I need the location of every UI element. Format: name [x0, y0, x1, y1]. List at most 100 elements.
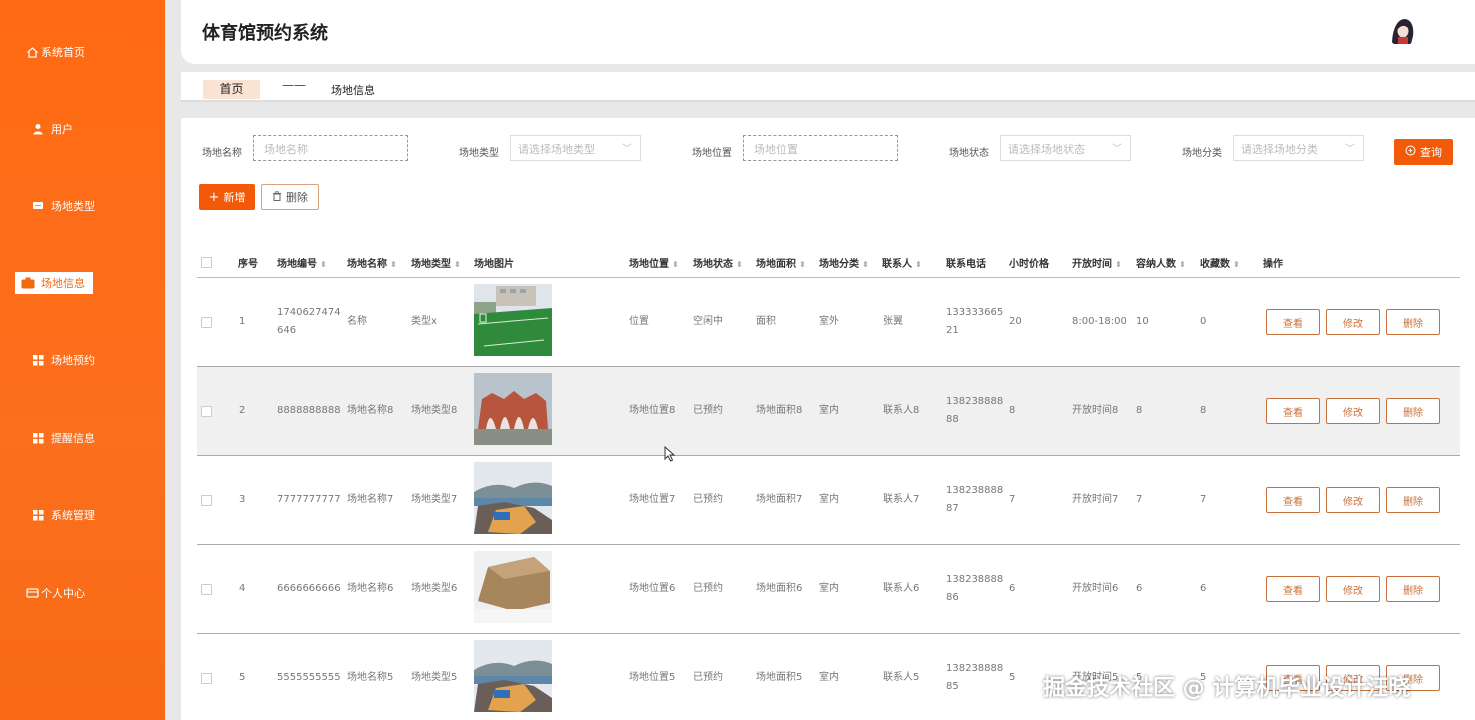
venue-status-select[interactable]: 请选择场地状态 ﹀	[1000, 135, 1131, 161]
venue-image[interactable]	[474, 462, 552, 534]
cell-area: 场地面积6	[756, 583, 803, 594]
grid-icon	[31, 353, 45, 367]
th-category[interactable]: 场地分类 ⬍	[819, 255, 869, 270]
cell-code: 8888888888	[277, 405, 341, 416]
sidebar-item-system[interactable]: 系统管理	[0, 501, 165, 529]
cell-type: 场地类型5	[411, 672, 458, 683]
view-button[interactable]: 查看	[1266, 309, 1320, 335]
briefcase-icon	[21, 276, 35, 290]
th-type[interactable]: 场地类型 ⬍	[411, 255, 461, 270]
venue-type-placeholder: 请选择场地类型	[518, 143, 595, 156]
row-checkbox[interactable]	[201, 673, 212, 684]
venue-image[interactable]	[474, 551, 552, 623]
sort-icon: ⬍	[736, 260, 743, 269]
row-checkbox[interactable]	[201, 317, 212, 328]
venue-image[interactable]	[474, 373, 552, 445]
cell-phone-line: 87	[946, 503, 959, 514]
cell-open-time: 8:00-18:00	[1072, 316, 1127, 327]
venue-type-select[interactable]: 请选择场地类型 ﹀	[510, 135, 641, 161]
cell-contact: 联系人6	[883, 583, 920, 594]
th-open[interactable]: 开放时间 ⬍	[1072, 255, 1122, 270]
venue-image[interactable]	[474, 284, 552, 356]
cell-area: 场地面积7	[756, 494, 803, 505]
sidebar-item-home[interactable]: 系统首页	[0, 38, 165, 66]
row-checkbox[interactable]	[201, 584, 212, 595]
view-button[interactable]: 查看	[1266, 487, 1320, 513]
th-name[interactable]: 场地名称 ⬍	[347, 255, 397, 270]
sidebar-item-reservation[interactable]: 场地预约	[0, 346, 165, 374]
cell-phone: 138238888 86	[946, 571, 1003, 607]
breadcrumb: 首页 —— 场地信息	[181, 72, 1475, 102]
cell-status: 已预约	[693, 672, 723, 683]
th-code[interactable]: 场地编号 ⬍	[277, 255, 327, 270]
venue-image[interactable]	[474, 640, 552, 712]
th-name-label: 场地名称	[347, 259, 387, 270]
view-button[interactable]: 查看	[1266, 398, 1320, 424]
th-area-label: 场地面积	[756, 259, 796, 270]
watermark: 掘金技术社区 @ 计算机毕业设计汪晓	[1043, 676, 1411, 701]
sidebar-item-venue-type[interactable]: 场地类型	[0, 192, 165, 220]
th-phone: 联系电话	[946, 259, 986, 270]
top-header: 体育馆预约系统	[181, 0, 1475, 64]
cell-location: 场地位置7	[629, 494, 676, 505]
th-location[interactable]: 场地位置 ⬍	[629, 255, 679, 270]
sidebar-item-user[interactable]: 用户	[0, 115, 165, 143]
cell-code: 7777777777	[277, 494, 341, 505]
edit-button[interactable]: 修改	[1326, 309, 1380, 335]
sidebar-item-profile[interactable]: 个人中心	[0, 579, 165, 607]
delete-button[interactable]: 删除	[1386, 309, 1440, 335]
cell-phone-line: 86	[946, 592, 959, 603]
th-favorites[interactable]: 收藏数 ⬍	[1200, 255, 1240, 270]
th-favorites-label: 收藏数	[1200, 259, 1230, 270]
sidebar-item-venue-info[interactable]: 场地信息	[0, 269, 165, 297]
cell-code: 5555555555	[277, 672, 341, 683]
breadcrumb-home[interactable]: 首页	[203, 80, 260, 99]
table-row: 3 7777777777 场地名称7 场地类型7 场地位置7 已预约 场地面积7…	[197, 456, 1460, 545]
th-contact[interactable]: 联系人 ⬍	[882, 255, 922, 270]
th-capacity-label: 容纳人数	[1136, 259, 1176, 270]
row-checkbox[interactable]	[201, 495, 212, 506]
delete-button[interactable]: 删除	[1386, 398, 1440, 424]
cell-phone-line: 21	[946, 325, 959, 336]
th-capacity[interactable]: 容纳人数 ⬍	[1136, 255, 1186, 270]
sort-icon: ⬍	[862, 260, 869, 269]
cell-category: 室外	[819, 316, 839, 327]
venue-location-input[interactable]: 场地位置	[743, 135, 898, 161]
breadcrumb-current: 场地信息	[331, 84, 375, 97]
row-checkbox[interactable]	[201, 406, 212, 417]
select-all-checkbox[interactable]	[201, 257, 212, 268]
add-label: 新增	[223, 191, 246, 204]
plus-icon: +	[208, 189, 220, 205]
add-button[interactable]: + 新增	[199, 184, 255, 210]
cell-phone-line: 133333665	[946, 307, 1004, 318]
trash-icon	[272, 190, 282, 204]
sort-icon: ⬍	[1179, 260, 1186, 269]
delete-button[interactable]: 删除	[1386, 487, 1440, 513]
cell-contact: 张翼	[883, 316, 903, 327]
edit-button[interactable]: 修改	[1326, 487, 1380, 513]
cell-code: 6666666666	[277, 583, 341, 594]
sidebar-item-reminder[interactable]: 提醒信息	[0, 424, 165, 452]
venue-name-input[interactable]: 场地名称	[253, 135, 408, 161]
avatar[interactable]	[1386, 14, 1418, 46]
delete-label: 删除	[286, 191, 308, 204]
cell-category: 室内	[819, 405, 839, 416]
cell-code-line: 1740627474	[277, 307, 341, 318]
cell-open-time: 开放时间8	[1072, 405, 1119, 416]
query-button[interactable]: 查询	[1394, 139, 1453, 165]
batch-delete-button[interactable]: 删除	[261, 184, 319, 210]
th-status[interactable]: 场地状态 ⬍	[693, 255, 743, 270]
edit-button[interactable]: 修改	[1326, 398, 1380, 424]
table-row: 1 1740627474 646 名称 类型x 位置 空闲中 面积 室外 张翼 1…	[197, 278, 1460, 367]
th-location-label: 场地位置	[629, 259, 669, 270]
chevron-down-icon: ﹀	[1345, 144, 1355, 155]
th-area[interactable]: 场地面积 ⬍	[756, 255, 806, 270]
chat-icon	[31, 199, 45, 213]
view-button[interactable]: 查看	[1266, 576, 1320, 602]
edit-button[interactable]: 修改	[1326, 576, 1380, 602]
venue-category-select[interactable]: 请选择场地分类 ﹀	[1233, 135, 1364, 161]
delete-button[interactable]: 删除	[1386, 576, 1440, 602]
th-operations: 操作	[1263, 259, 1283, 270]
cell-phone-line: 138238888	[946, 485, 1004, 496]
cell-phone-line: 138238888	[946, 574, 1004, 585]
